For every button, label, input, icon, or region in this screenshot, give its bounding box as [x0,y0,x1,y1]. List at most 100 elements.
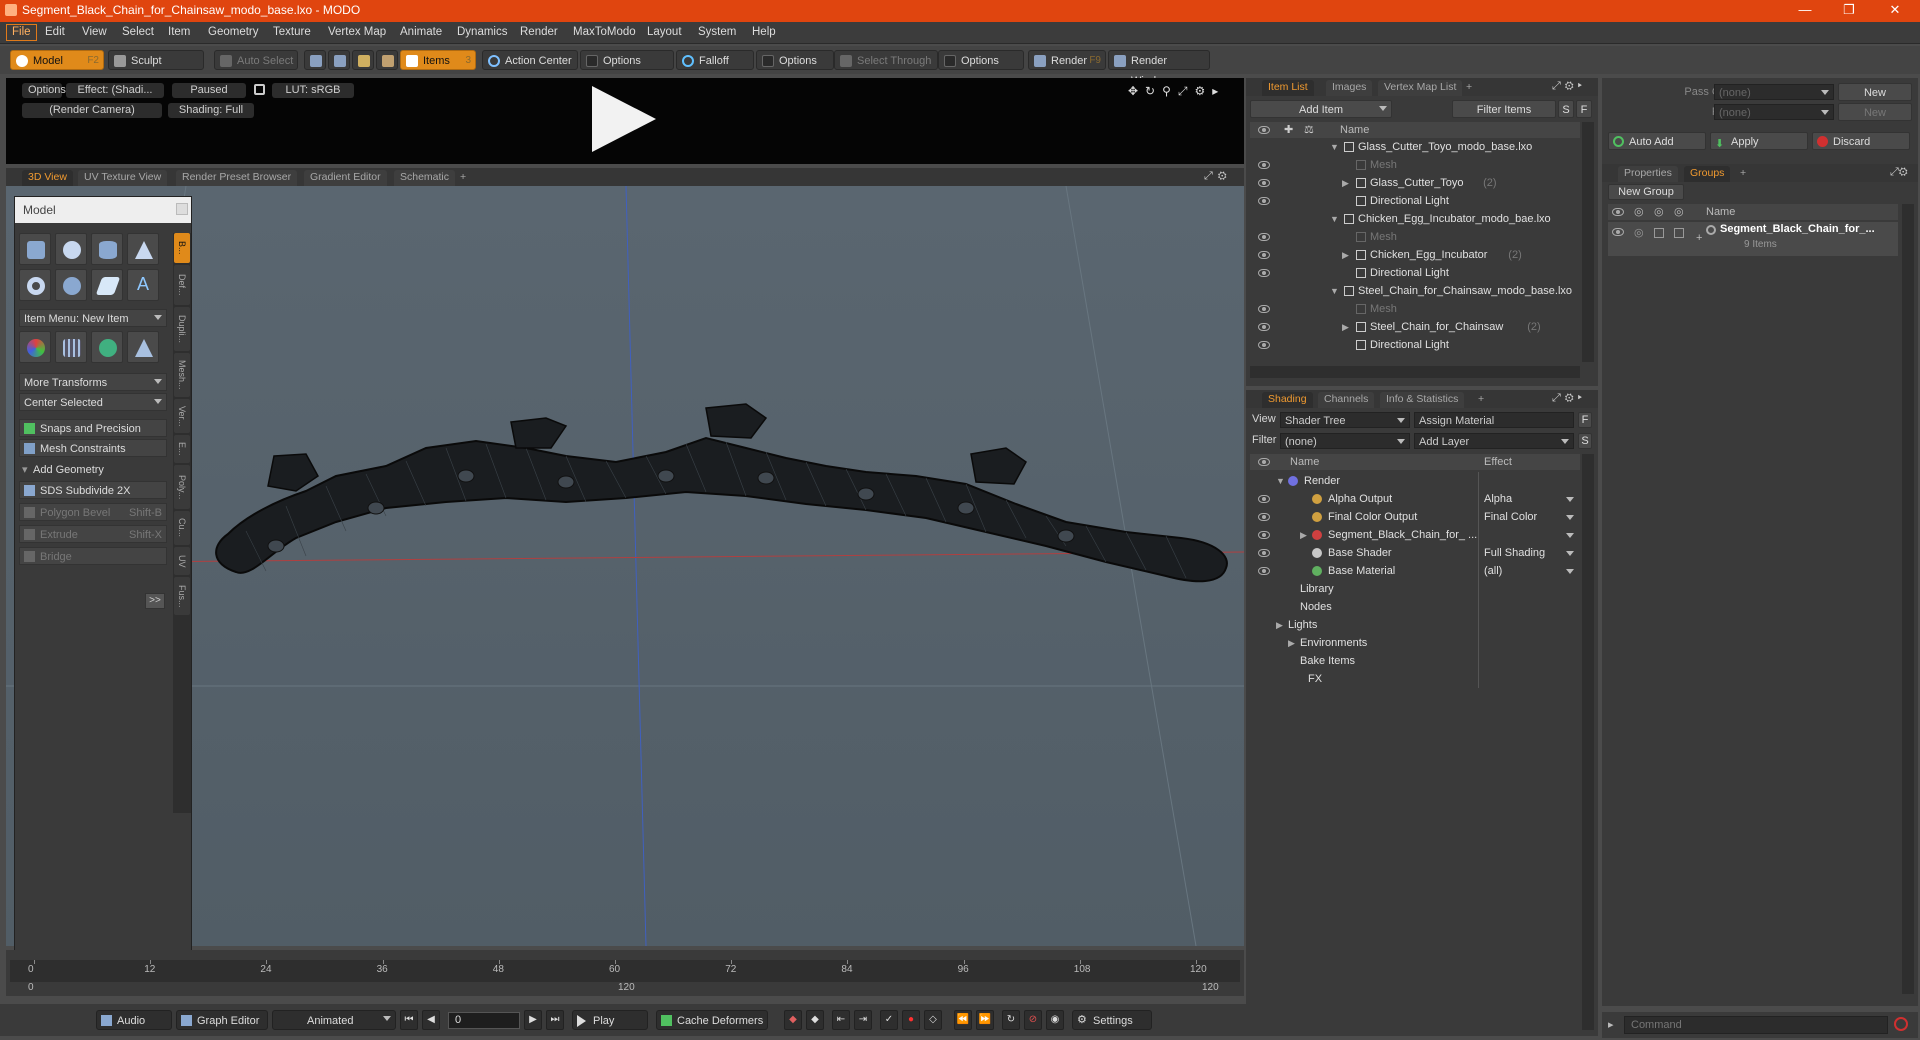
assign-material-button[interactable]: Assign Material [1414,412,1574,428]
visibility-icon[interactable] [1258,531,1270,539]
add-tab-button[interactable]: + [1460,80,1478,96]
filter-dropdown[interactable]: (none) [1280,433,1410,449]
collapse-arrow-icon[interactable]: ▼ [1330,282,1339,300]
menu-layout[interactable]: Layout [647,26,682,38]
viewport-maximize-icon[interactable]: ⤢⚙ [1204,170,1232,183]
select-through-button[interactable]: Select Through [834,50,938,70]
caret-down-icon[interactable] [1566,551,1574,556]
expand-icon[interactable]: + [1696,232,1702,244]
expand-arrow-icon[interactable]: ▶ [1288,634,1295,652]
panel-controls-icon[interactable]: ⤢⚙ [1890,166,1908,179]
preview-view-controls[interactable]: ✥↻⚲⤢⚙▸ [1128,84,1225,99]
effect-dropdown[interactable]: Effect: (Shadi... [66,83,164,98]
settings-button[interactable]: ⚙ Settings [1072,1010,1152,1030]
layer-effect[interactable]: (all) [1484,562,1502,580]
item-list-row[interactable]: ▶ Glass_Cutter_Toyo (2) [1250,174,1580,192]
menu-dynamics[interactable]: Dynamics [457,26,507,38]
apply-button[interactable]: ⬇ Apply [1710,132,1808,150]
lock-icon[interactable] [254,84,265,95]
select-toggle-icon[interactable] [1674,228,1684,238]
visibility-icon[interactable] [1258,495,1270,503]
shader-tree-row[interactable]: Library [1250,580,1580,598]
more-transforms-dropdown[interactable]: More Transforms [19,373,167,391]
item-list-scrollbar[interactable] [1582,122,1594,362]
shading-s-button[interactable]: S [1578,433,1592,449]
item-list-row[interactable]: ▼ Steel_Chain_for_Chainsaw_modo_base.lxo [1250,282,1580,300]
transform-gizmo-button[interactable] [19,331,51,363]
play-button[interactable]: Play [572,1010,648,1030]
shader-tree-row[interactable]: Base Shader Full Shading [1250,544,1580,562]
caret-down-icon[interactable] [1566,569,1574,574]
grid-button[interactable] [55,331,87,363]
vtab-edge[interactable]: E... [174,435,190,463]
vtab-duplicate[interactable]: Dupli... [174,307,190,351]
key-button[interactable]: ◆ [784,1010,802,1030]
collapse-arrow-icon[interactable]: ▼ [1330,210,1339,228]
menu-geometry[interactable]: Geometry [208,26,259,38]
step-back-button[interactable]: ⏪ [954,1010,972,1030]
tab-schematic[interactable]: Schematic [394,170,456,186]
go-to-start-button[interactable]: ⏮ [400,1010,418,1030]
graph-editor-button[interactable]: Graph Editor [176,1010,268,1030]
render-camera-dropdown[interactable]: (Render Camera) [22,103,162,118]
previous-keyframe-button[interactable]: ⇤ [832,1010,850,1030]
animated-dropdown[interactable]: Animated [272,1010,396,1030]
item-menu-dropdown[interactable]: Item Menu: New Item [19,309,167,327]
item-list-row[interactable]: ▶ Steel_Chain_for_Chainsaw (2) [1250,318,1580,336]
shader-view-dropdown[interactable]: Shader Tree [1280,412,1410,428]
tab-render-preset-browser[interactable]: Render Preset Browser [176,170,298,186]
command-stop-icon[interactable] [1894,1017,1908,1031]
polygon-bevel-button[interactable]: Polygon Bevel Shift-B [19,503,167,521]
shader-tree-row[interactable]: Base Material (all) [1250,562,1580,580]
visibility-icon[interactable] [1258,197,1270,205]
visibility-icon[interactable] [1612,228,1624,236]
visibility-icon[interactable] [1258,251,1270,259]
vtab-basic[interactable]: B... [174,233,190,263]
select-through-options-button[interactable]: Options [938,50,1024,70]
shader-tree-row[interactable]: FX [1250,670,1580,688]
sds-subdivide-button[interactable]: SDS Subdivide 2X [19,481,167,499]
render-button[interactable]: Render F9 [1028,50,1106,70]
item-list-row[interactable]: Mesh [1250,156,1580,174]
shading-scrollbar[interactable] [1582,454,1594,1030]
preview-options-button[interactable]: Options [22,83,66,98]
step-forward-button[interactable]: ⏩ [976,1010,994,1030]
shader-tree-row[interactable]: ▶ Environments [1250,634,1580,652]
tab-item-list[interactable]: Item List [1262,80,1314,96]
sculpt-mode-button[interactable]: Sculpt [108,50,204,70]
snaps-precision-button[interactable]: Snaps and Precision [19,419,167,437]
audio-button[interactable]: Audio [96,1010,172,1030]
item-list-row[interactable]: ▼ Chicken_Egg_Incubator_modo_bae.lxo [1250,210,1580,228]
caret-down-icon[interactable] [1566,515,1574,520]
visibility-icon[interactable] [1258,513,1270,521]
tab-images[interactable]: Images [1326,80,1373,96]
expand-arrow-icon[interactable]: ▶ [1342,174,1349,192]
visibility-icon[interactable] [1258,305,1270,313]
item-list-row[interactable]: ▶ Chicken_Egg_Incubator (2) [1250,246,1580,264]
add-item-dropdown[interactable]: Add Item [1250,100,1392,118]
shader-tree-row[interactable]: Alpha Output Alpha [1250,490,1580,508]
more-tools-button[interactable]: >> [145,593,165,609]
onion-skin-button[interactable]: ◉ [1046,1010,1064,1030]
shader-tree-row[interactable]: ▶ Segment_Black_Chain_for_ ... [1250,526,1580,544]
command-expand-icon[interactable]: ▸ [1608,1018,1614,1031]
add-layer-dropdown[interactable]: Add Layer [1414,433,1574,449]
menu-item[interactable]: Item [168,26,190,38]
bridge-button[interactable]: Bridge [19,547,167,565]
panel-controls-icon[interactable]: ⤢⚙▸ [1552,80,1586,93]
auto-select-button[interactable]: Auto Select [214,50,298,70]
menu-animate[interactable]: Animate [400,26,442,38]
discard-button[interactable]: Discard [1812,132,1910,150]
shader-tree-row[interactable]: ▼ Render [1250,472,1580,490]
minimize-icon[interactable]: — [1790,2,1820,20]
tab-gradient-editor[interactable]: Gradient Editor [304,170,387,186]
cylinder-primitive-button[interactable] [91,233,123,265]
items-mode-button[interactable]: Items 3 [400,50,476,70]
filter-items-field[interactable]: Filter Items [1452,100,1556,118]
menu-texture[interactable]: Texture [273,26,311,38]
visibility-icon[interactable] [1258,341,1270,349]
shader-tree-row[interactable]: Nodes [1250,598,1580,616]
stop-button[interactable]: ⊘ [1024,1010,1042,1030]
cube-primitive-button[interactable] [19,233,51,265]
add-tab-button[interactable]: + [454,170,472,186]
